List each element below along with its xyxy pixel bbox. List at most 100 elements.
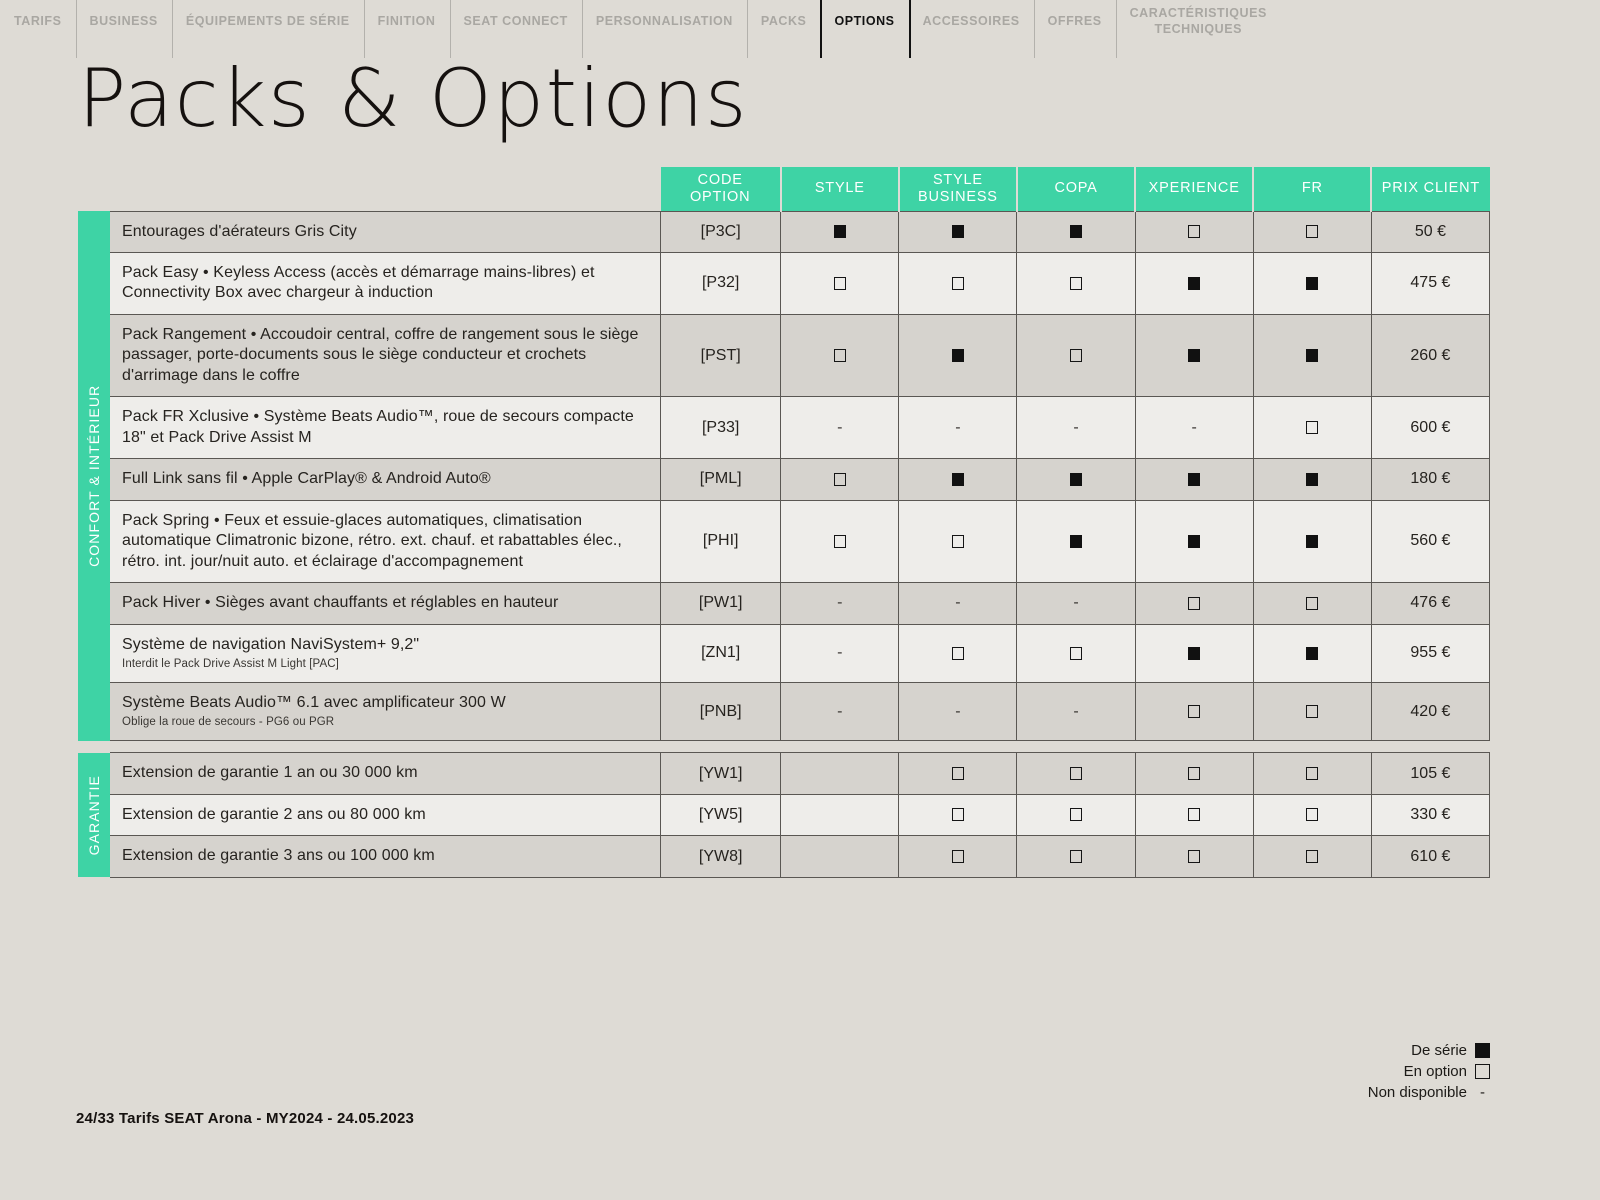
empty-square-icon: [1070, 646, 1083, 660]
option-description: Pack Easy • Keyless Access (accès et dém…: [110, 251, 662, 315]
option-description-main: Pack FR Xclusive • Système Beats Audio™,…: [122, 408, 634, 446]
option-description-main: Extension de garantie 3 ans ou 100 000 k…: [122, 847, 435, 865]
header-fr: FR: [1253, 167, 1373, 211]
empty-square-icon: [951, 808, 964, 822]
empty-square-icon: [1070, 348, 1083, 362]
empty-square-icon: [833, 472, 846, 486]
nav-item-options[interactable]: OPTIONS: [820, 0, 908, 58]
option-code: [YW5]: [660, 793, 782, 837]
table-row: Système de navigation NaviSystem+ 9,2" In…: [78, 623, 1491, 684]
option-code: [PW1]: [660, 582, 782, 625]
filled-square-icon: [1188, 646, 1201, 660]
nav-item-seat-connect[interactable]: SEAT CONNECT: [449, 0, 582, 58]
option-description-main: Système Beats Audio™ 6.1 avec amplificat…: [122, 694, 506, 711]
empty-square-icon: [951, 646, 964, 660]
option-price: 955 €: [1370, 623, 1491, 684]
availability-style: [780, 313, 900, 398]
option-code: [PHI]: [660, 499, 782, 584]
section-band-label: GARANTIE: [86, 774, 103, 856]
availability-xperience: [1134, 499, 1254, 584]
option-description: Pack FR Xclusive • Système Beats Audio™,…: [110, 396, 662, 460]
empty-square-icon: [1070, 766, 1083, 780]
availability-style-business: -: [898, 681, 1018, 742]
table-row: Pack Rangement • Accoudoir central, coff…: [78, 313, 1491, 398]
option-price: 476 €: [1370, 582, 1491, 625]
nav-item-accessoires[interactable]: ACCESSOIRES: [908, 0, 1034, 58]
availability-xperience: [1134, 835, 1254, 878]
option-description-main: Full Link sans fil • Apple CarPlay® & An…: [122, 470, 491, 488]
nav-separator: [746, 0, 748, 58]
empty-square-icon: [1306, 808, 1319, 822]
table-row: Pack Hiver • Sièges avant chauffants et …: [78, 582, 1491, 625]
filled-square-icon: [1188, 276, 1201, 290]
availability-style-business: -: [898, 396, 1018, 460]
empty-square-icon: [1306, 596, 1319, 610]
empty-square-icon: [1306, 849, 1319, 863]
nav-item-label: SEAT CONNECT: [463, 14, 568, 29]
header-code-option: CODE OPTION: [660, 167, 782, 211]
nav-item-quipements-de-s-rie[interactable]: ÉQUIPEMENTS DE SÉRIE: [171, 0, 364, 58]
option-price: 600 €: [1370, 396, 1491, 460]
availability-style-business: [898, 210, 1018, 253]
option-code: [PNB]: [660, 681, 782, 742]
nav-item-packs[interactable]: PACKS: [746, 0, 821, 58]
availability-copa: [1016, 210, 1136, 253]
nav-item-offres[interactable]: OFFRES: [1033, 0, 1116, 58]
dash-icon: -: [1191, 418, 1197, 436]
availability-copa: -: [1016, 681, 1136, 742]
nav-item-label: FINITION: [377, 14, 436, 29]
availability-fr: [1252, 499, 1372, 584]
filled-square-icon: [833, 225, 846, 238]
option-price: 260 €: [1370, 313, 1491, 398]
availability-xperience: [1134, 582, 1254, 625]
availability-style: -: [780, 681, 900, 742]
empty-square-icon: [833, 276, 846, 290]
table-row: Full Link sans fil • Apple CarPlay® & An…: [78, 458, 1491, 501]
nav-separator: [171, 0, 173, 58]
availability-style: [780, 499, 900, 584]
availability-style: [780, 752, 900, 795]
availability-fr: [1252, 313, 1372, 398]
nav-item-caract-ristiques-techniques[interactable]: CARACTÉRISTIQUES TECHNIQUES: [1115, 0, 1281, 58]
empty-square-icon: [1306, 225, 1319, 238]
availability-style-business: [898, 835, 1018, 878]
option-code: [P33]: [660, 396, 782, 460]
option-description: Entourages d'aérateurs Gris City: [110, 210, 662, 253]
section-band: GARANTIE: [78, 752, 111, 878]
nav-item-business[interactable]: BUSINESS: [75, 0, 172, 58]
filled-square-icon: [1306, 348, 1319, 362]
section-band-label: CONFORT & INTÉRIEUR: [86, 384, 103, 568]
availability-xperience: [1134, 313, 1254, 398]
availability-style: [780, 835, 900, 878]
availability-xperience: [1134, 210, 1254, 253]
table-row: Pack FR Xclusive • Système Beats Audio™,…: [78, 396, 1491, 460]
dash-icon: -: [1480, 1083, 1485, 1101]
nav-item-finition[interactable]: FINITION: [363, 0, 450, 58]
empty-square-icon: [951, 766, 964, 780]
section-gap: [78, 740, 1490, 753]
availability-xperience: [1134, 681, 1254, 742]
nav-separator: [75, 0, 77, 58]
availability-style: [780, 210, 900, 253]
table-row: Pack Easy • Keyless Access (accès et dém…: [78, 251, 1491, 315]
filled-square-icon: [1306, 534, 1319, 548]
availability-xperience: [1134, 251, 1254, 315]
availability-style-business: [898, 313, 1018, 398]
header-prix-client: PRIX CLIENT: [1371, 167, 1490, 211]
nav-item-label: PACKS: [760, 14, 807, 29]
availability-copa: -: [1016, 582, 1136, 625]
nav-separator: [449, 0, 451, 58]
option-description: Extension de garantie 3 ans ou 100 000 k…: [110, 835, 662, 878]
nav-item-tarifs[interactable]: TARIFS: [0, 0, 76, 58]
nav-item-personnalisation[interactable]: PERSONNALISATION: [581, 0, 747, 58]
availability-style: -: [780, 396, 900, 460]
section-band: CONFORT & INTÉRIEUR: [78, 211, 111, 741]
dash-icon: -: [955, 418, 961, 436]
section-gap-cell: [78, 740, 1490, 753]
dash-icon: -: [837, 644, 843, 662]
legend-standard-label: De série: [1411, 1041, 1467, 1059]
option-price: 560 €: [1370, 499, 1491, 584]
nav-item-label: BUSINESS: [89, 14, 158, 29]
dash-icon: -: [1073, 418, 1079, 436]
empty-square-icon: [1070, 276, 1083, 290]
